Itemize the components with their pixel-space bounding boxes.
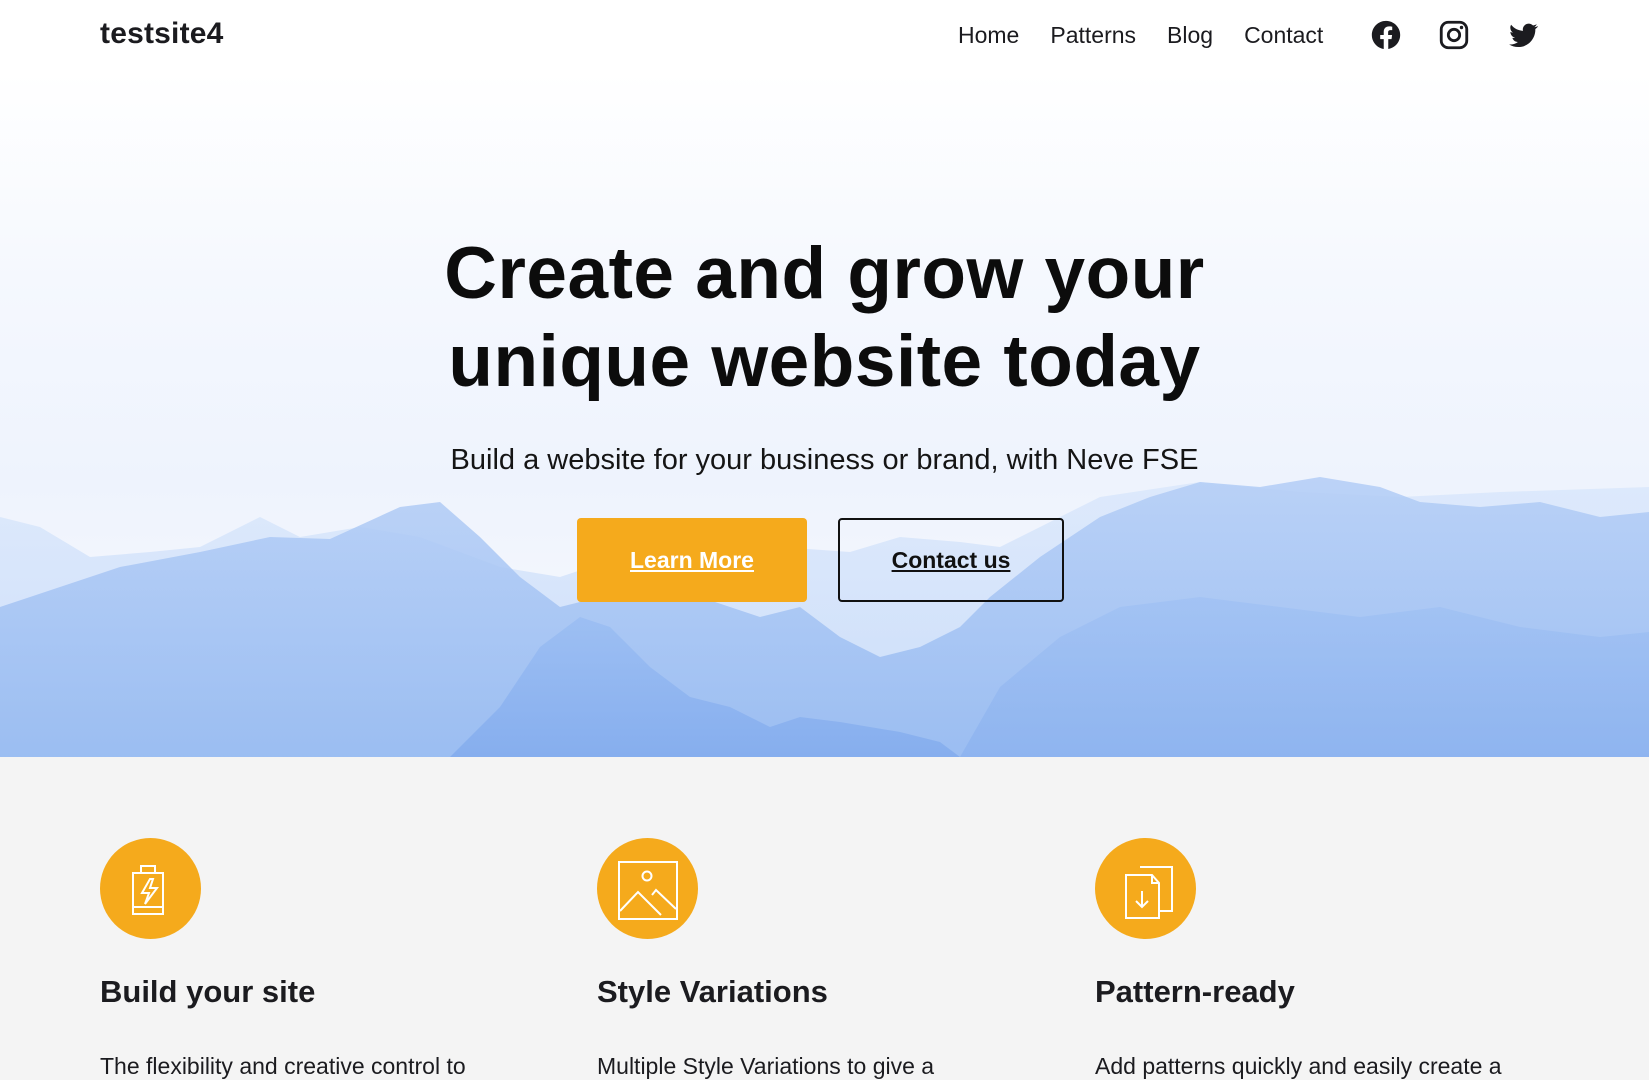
- facebook-icon: [1371, 20, 1401, 50]
- feature-text: The flexibility and creative control to: [100, 1053, 466, 1079]
- feature-title: Build your site: [100, 974, 316, 1009]
- main-nav: Home Patterns Blog Contact: [958, 20, 1354, 50]
- hero-title-line-1: Create and grow your: [444, 233, 1205, 314]
- feature-icon-circle: [100, 838, 201, 939]
- document-download-icon: [1124, 865, 1173, 919]
- feature-icon-circle: [597, 838, 698, 939]
- instagram-link[interactable]: [1437, 18, 1471, 52]
- facebook-link[interactable]: [1369, 18, 1403, 52]
- nav-contact[interactable]: Contact: [1244, 20, 1323, 50]
- battery-charging-icon: [131, 864, 164, 915]
- site-logo[interactable]: testsite4: [100, 17, 224, 51]
- hero-section: Create and grow your unique website toda…: [0, 72, 1649, 757]
- feature-text: Add patterns quickly and easily create a: [1095, 1053, 1502, 1079]
- image-icon: [617, 860, 678, 920]
- twitter-icon: [1508, 23, 1539, 48]
- feature-title: Pattern-ready: [1095, 974, 1295, 1009]
- nav-patterns[interactable]: Patterns: [1050, 20, 1136, 50]
- mountains-background: [0, 477, 1649, 757]
- hero-subtitle: Build a website for your business or bra…: [450, 444, 1199, 476]
- feature-icon-circle: [1095, 838, 1196, 939]
- nav-home[interactable]: Home: [958, 20, 1019, 50]
- feature-pattern-ready: Pattern-ready Add patterns quickly and e…: [1095, 838, 1575, 1080]
- feature-text: Multiple Style Variations to give a: [597, 1053, 935, 1079]
- learn-more-button[interactable]: Learn More: [577, 518, 807, 602]
- instagram-icon: [1439, 20, 1469, 50]
- feature-style-variations: Style Variations Multiple Style Variatio…: [597, 838, 1077, 1080]
- nav-blog[interactable]: Blog: [1167, 20, 1213, 50]
- hero-title-line-2: unique website today: [448, 321, 1201, 402]
- feature-title: Style Variations: [597, 974, 828, 1009]
- twitter-link[interactable]: [1506, 18, 1540, 52]
- contact-us-button[interactable]: Contact us: [838, 518, 1064, 602]
- site-header: testsite4 Home Patterns Blog Contact: [0, 0, 1649, 72]
- features-section: Build your site The flexibility and crea…: [0, 757, 1649, 1080]
- hero-title: Create and grow your unique website toda…: [0, 230, 1649, 406]
- feature-build-your-site: Build your site The flexibility and crea…: [100, 838, 580, 1080]
